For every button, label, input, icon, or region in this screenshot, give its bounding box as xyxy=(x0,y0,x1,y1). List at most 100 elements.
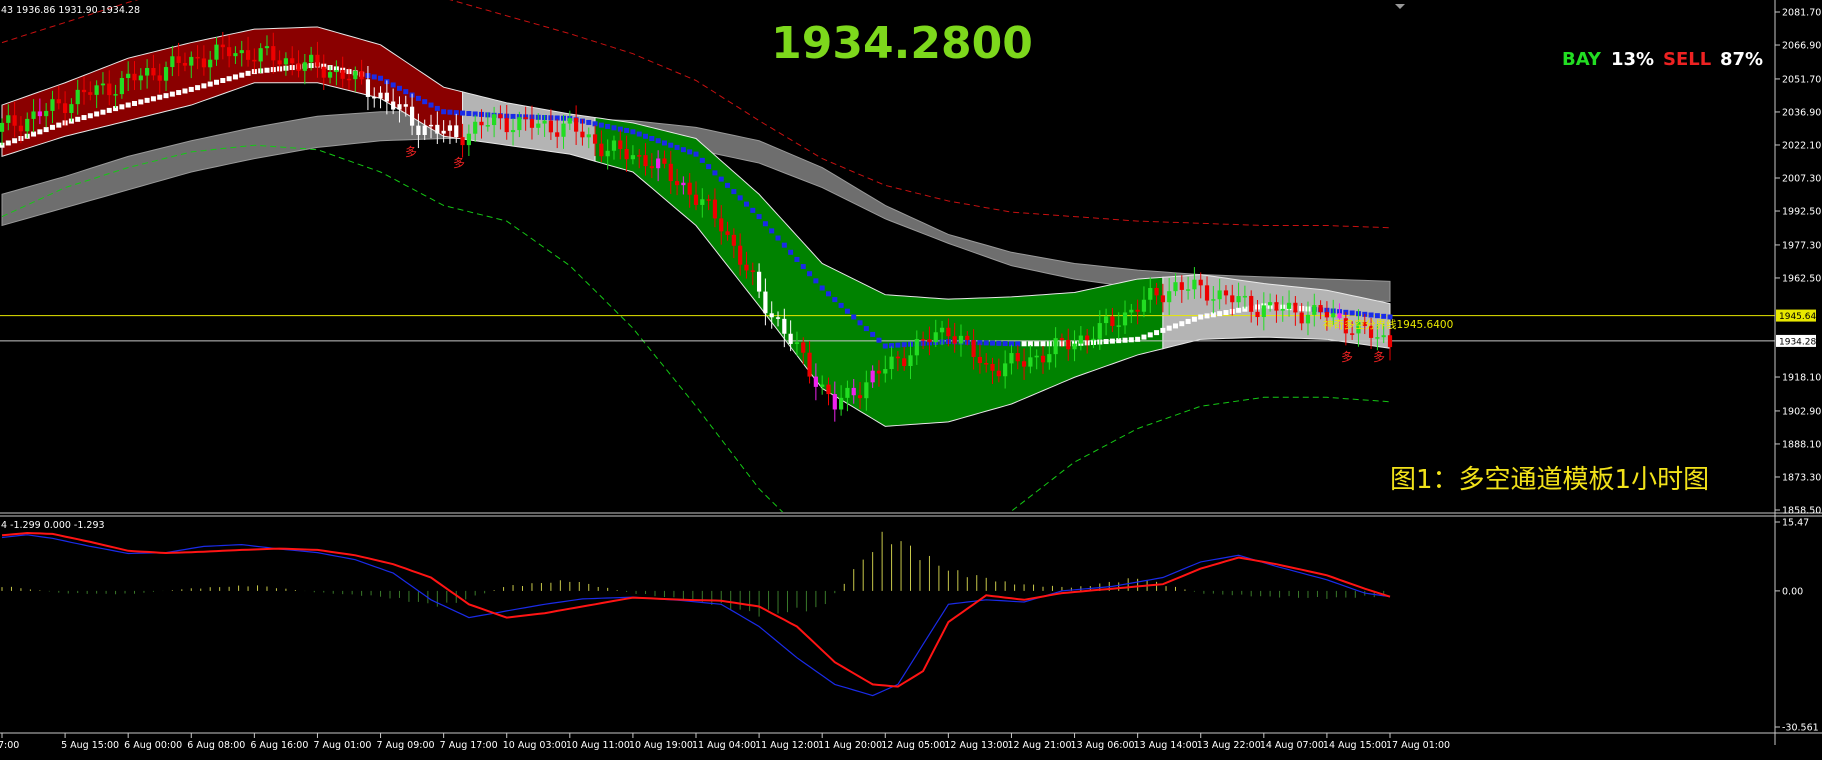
candle-body xyxy=(145,67,150,76)
trend-dot xyxy=(825,291,831,297)
trend-dot xyxy=(1160,327,1166,333)
trend-dot xyxy=(687,149,693,155)
candle-body xyxy=(586,134,591,138)
candle-body xyxy=(1078,335,1083,344)
trend-dot xyxy=(680,147,686,153)
candle-body xyxy=(264,46,270,49)
candle-body xyxy=(630,155,636,160)
candle-body xyxy=(214,44,219,60)
price-tick-label: 2066.90 xyxy=(1782,41,1821,52)
trend-dot xyxy=(188,86,194,92)
trend-dot xyxy=(762,221,768,227)
candle-body xyxy=(1312,305,1317,315)
trend-dot xyxy=(737,195,743,201)
candle-body xyxy=(365,79,371,97)
candle-body xyxy=(252,59,257,62)
trend-dot xyxy=(428,102,434,108)
trend-dot xyxy=(31,131,37,137)
candle-body xyxy=(1179,282,1184,290)
time-tick-label: 14 Aug 15:00 xyxy=(1323,740,1387,751)
candle-body xyxy=(529,119,535,128)
trend-dot xyxy=(851,314,857,320)
candle-body xyxy=(435,124,440,134)
candle-body xyxy=(712,199,718,219)
chart-caption: 图1：多空通道模板1小时图 xyxy=(1390,465,1709,495)
trend-dot xyxy=(415,95,421,101)
price-tick-label: 2036.90 xyxy=(1782,107,1821,118)
trend-dot xyxy=(441,109,447,115)
trend-dot xyxy=(396,85,402,91)
trend-dot xyxy=(1185,318,1191,324)
candle-body xyxy=(1066,339,1071,350)
trend-dot xyxy=(207,81,213,87)
trend-dot xyxy=(43,127,49,133)
candle-body xyxy=(517,117,522,131)
candle-body xyxy=(788,333,793,344)
trend-dot xyxy=(901,342,907,348)
candle-body xyxy=(12,115,17,126)
candle-body xyxy=(637,155,642,157)
candle-body xyxy=(820,384,825,387)
candle-body xyxy=(1110,316,1115,326)
candle-body xyxy=(567,118,572,124)
candle-body xyxy=(31,111,36,119)
trend-dot xyxy=(119,104,125,110)
multi-marker: 多 xyxy=(453,156,465,170)
candle-body xyxy=(1129,309,1134,313)
sentiment-readout: BAY 13% SELL 87% xyxy=(1562,49,1763,70)
candle-body xyxy=(832,394,837,410)
candle-body xyxy=(731,234,736,246)
candle-body xyxy=(447,125,453,131)
candle-body xyxy=(1211,299,1216,301)
candle-body xyxy=(548,120,553,133)
candle-body xyxy=(1337,313,1342,319)
candle-body xyxy=(555,132,560,137)
trend-dot xyxy=(712,170,718,176)
trend-dot xyxy=(87,113,93,119)
time-tick-label: 11 Aug 12:00 xyxy=(755,740,819,751)
candle-body xyxy=(775,317,781,319)
trend-dot xyxy=(813,278,819,284)
candle-body xyxy=(327,72,333,78)
trend-dot xyxy=(1147,332,1153,338)
trend-dot xyxy=(106,107,112,113)
multi-marker: 多 xyxy=(1341,350,1353,364)
time-tick-label: 10 Aug 03:00 xyxy=(503,740,567,751)
candle-body xyxy=(750,270,755,272)
candle-body xyxy=(952,336,957,344)
candle-body xyxy=(409,106,415,126)
trend-dot xyxy=(1109,338,1115,344)
candle-body xyxy=(870,370,875,383)
candle-body xyxy=(782,318,787,334)
candle-body xyxy=(1154,287,1159,296)
candle-body xyxy=(826,384,831,395)
candle-body xyxy=(100,83,106,86)
trend-dot xyxy=(1374,313,1380,319)
candle-body xyxy=(18,125,24,132)
trend-dot xyxy=(1223,310,1229,316)
trend-dot xyxy=(863,326,869,332)
oscillator-tick-label: 15.47 xyxy=(1782,518,1809,529)
candle-body xyxy=(334,70,339,73)
trend-dot xyxy=(157,94,163,100)
trend-dot xyxy=(699,157,705,163)
candle-body xyxy=(574,118,579,132)
trend-dot xyxy=(819,285,825,291)
candle-body xyxy=(157,75,162,81)
trend-dot xyxy=(731,189,737,195)
candle-body xyxy=(681,182,686,186)
bay-label: BAY xyxy=(1562,49,1602,70)
sell-value: 87% xyxy=(1720,49,1763,70)
candle-body xyxy=(1387,335,1393,348)
trend-dot xyxy=(264,67,270,73)
candle-body xyxy=(1324,312,1330,318)
candle-body xyxy=(466,133,471,146)
time-tick-label: 5 Aug 15:00 xyxy=(61,740,119,751)
trend-dot xyxy=(163,93,169,99)
candle-body xyxy=(473,121,478,134)
candle-body xyxy=(441,130,446,134)
trend-dot xyxy=(1179,321,1185,327)
price-tick-label: 1873.30 xyxy=(1782,472,1821,483)
trend-dot xyxy=(693,151,699,157)
trend-dot xyxy=(674,144,680,150)
